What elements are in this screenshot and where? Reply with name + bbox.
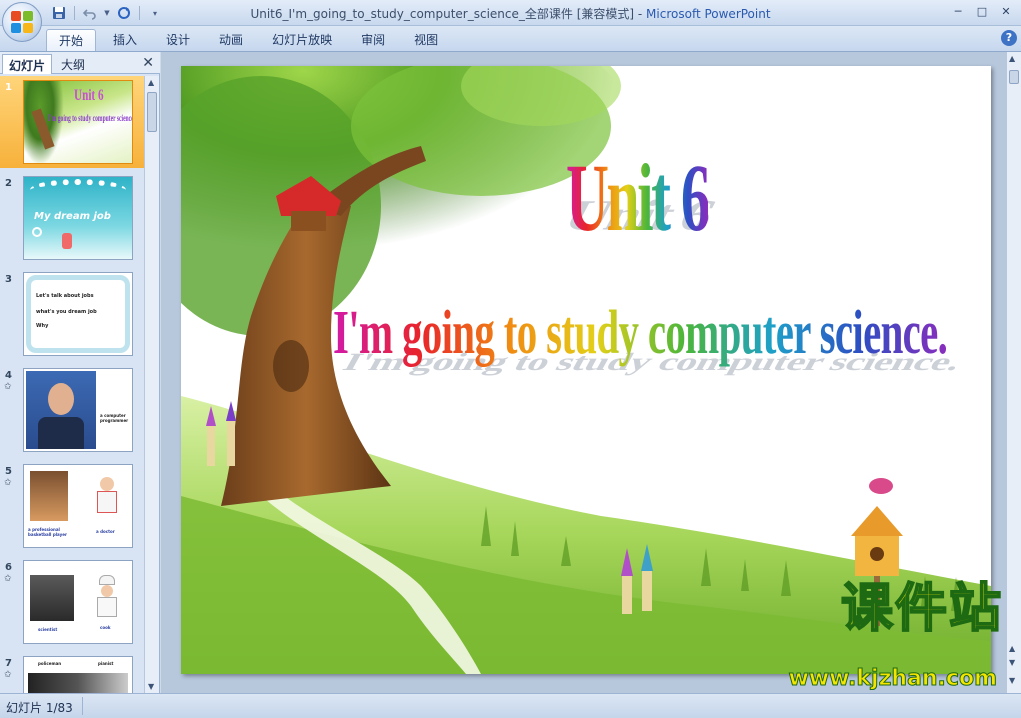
document-title: Unit6_I'm_going_to_study_computer_scienc…	[250, 7, 635, 21]
office-button[interactable]	[2, 2, 42, 42]
slide-thumbnail[interactable]: Let's talk about jobs what's you dream j…	[23, 272, 133, 356]
help-icon[interactable]: ?	[1001, 30, 1017, 46]
photo	[30, 471, 68, 521]
minimize-button[interactable]: ─	[947, 2, 969, 20]
scroll-thumb[interactable]	[1009, 70, 1019, 84]
status-bar: 幻灯片 1/83	[0, 693, 1021, 718]
tab-review[interactable]: 审阅	[349, 29, 397, 51]
slide-number: 1	[5, 82, 12, 93]
slide-thumb-row[interactable]: 6 ✩ scientist cook	[0, 556, 144, 648]
office-logo-icon	[11, 11, 33, 33]
close-button[interactable]: ✕	[995, 2, 1017, 20]
thumb-caption: cook	[100, 625, 111, 630]
slide-thumb-row[interactable]: 3 Let's talk about jobs what's you dream…	[0, 268, 144, 360]
slide-thumbnails: 1 Unit 6 I'm going to study computer sci…	[0, 76, 144, 693]
scroll-thumb[interactable]	[147, 92, 157, 132]
slide-number: 5	[5, 466, 12, 477]
status-divider	[82, 697, 83, 715]
slide-number: 6	[5, 562, 12, 573]
maximize-button[interactable]: □	[971, 2, 993, 20]
tab-home[interactable]: 开始	[46, 29, 97, 51]
slide-title[interactable]: Unit 6	[566, 142, 711, 253]
window-title: Unit6_I'm_going_to_study_computer_scienc…	[0, 5, 1021, 22]
animation-star-icon: ✩	[4, 478, 12, 488]
tab-design[interactable]: 设计	[154, 29, 202, 51]
slide-scrollbar[interactable]: ▲ ▲ ▼ ▼	[1006, 52, 1021, 693]
animation-star-icon: ✩	[4, 382, 12, 392]
scroll-down-icon[interactable]: ▼	[148, 682, 154, 691]
thumb-caption: scientist	[38, 627, 58, 632]
slide-subtitle[interactable]: I'm going to study computer science.	[333, 298, 948, 369]
slide-number: 7	[5, 658, 12, 669]
slide-number: 3	[5, 274, 12, 285]
watermark-logo: 课件站	[840, 578, 1003, 640]
tab-animations[interactable]: 动画	[207, 29, 255, 51]
thumb-caption: I'm going to study computer science	[48, 113, 133, 123]
slide-thumb-row[interactable]: 5 ✩ a professional basketball player a d…	[0, 460, 144, 552]
app-name: Microsoft PowerPoint	[646, 7, 771, 21]
ribbon-tabs: 开始 插入 设计 动画 幻灯片放映 审阅 视图 ?	[0, 26, 1021, 52]
watermark-url: www.kjzhan.com	[788, 666, 998, 692]
window-controls: ─ □ ✕	[947, 2, 1017, 20]
thumb-caption: a computer programmer	[100, 413, 129, 423]
title-separator: -	[634, 7, 647, 21]
slide-counter: 幻灯片 1/83	[6, 701, 73, 715]
thumb-caption: policeman	[38, 661, 62, 666]
scroll-up-icon[interactable]: ▲	[1009, 54, 1015, 63]
slide-thumbnail[interactable]: policeman pianist	[23, 656, 133, 693]
slides-pane: 幻灯片 大纲 ✕ 1 Unit 6 I'm going to study com…	[0, 52, 160, 693]
photo	[92, 475, 122, 517]
slide-thumbnail[interactable]: scientist cook	[23, 560, 133, 644]
slide-number: 4	[5, 370, 12, 381]
thumb-caption: a professional basketball player	[28, 527, 67, 537]
thumb-bullet: Let's talk about jobs	[36, 293, 94, 299]
prev-slide-icon[interactable]: ▲	[1009, 644, 1015, 653]
slide-thumb-row[interactable]: 4 ✩ a computer programmer	[0, 364, 144, 456]
slide-thumbnail[interactable]: Unit 6 I'm going to study computer scien…	[23, 80, 133, 164]
slide-thumb-row[interactable]: 2 My dream job	[0, 172, 144, 264]
next-slide-icon[interactable]: ▼	[1009, 658, 1015, 667]
animation-star-icon: ✩	[4, 670, 12, 680]
tab-view[interactable]: 视图	[402, 29, 450, 51]
close-icon[interactable]: ✕	[142, 55, 154, 71]
tab-slideshow[interactable]: 幻灯片放映	[260, 29, 344, 51]
thumb-caption: a doctor	[96, 529, 115, 534]
slide-thumbnail[interactable]: a professional basketball player a docto…	[23, 464, 133, 548]
slide-thumb-row[interactable]: 1 Unit 6 I'm going to study computer sci…	[0, 76, 144, 168]
scroll-down-icon[interactable]: ▼	[1009, 676, 1015, 685]
animation-star-icon: ✩	[4, 574, 12, 584]
thumb-caption: My dream job	[34, 211, 111, 222]
slide-thumbnail[interactable]: a computer programmer	[23, 368, 133, 452]
slide-number: 2	[5, 178, 12, 189]
title-bar: ▼ ▾ Unit6_I'm_going_to_study_computer_sc…	[0, 0, 1021, 42]
thumb-title: Unit 6	[74, 87, 104, 104]
photo	[26, 371, 96, 449]
thumb-bullet: Why	[36, 323, 49, 329]
thumb-caption: pianist	[98, 661, 114, 666]
tab-insert[interactable]: 插入	[101, 29, 149, 51]
thumb-bullet: what's you dream job	[36, 309, 97, 315]
tab-slides[interactable]: 幻灯片	[2, 54, 53, 74]
photo	[92, 575, 122, 619]
slide-thumbnail[interactable]: My dream job	[23, 176, 133, 260]
pane-tabs: 幻灯片 大纲 ✕	[0, 52, 160, 74]
slide-thumb-row[interactable]: 7 ✩ policeman pianist	[0, 652, 144, 693]
photo	[30, 575, 74, 621]
tab-outline[interactable]: 大纲	[55, 54, 91, 74]
scroll-up-icon[interactable]: ▲	[148, 78, 154, 87]
thumbnails-scrollbar[interactable]: ▲ ▼	[144, 76, 159, 693]
